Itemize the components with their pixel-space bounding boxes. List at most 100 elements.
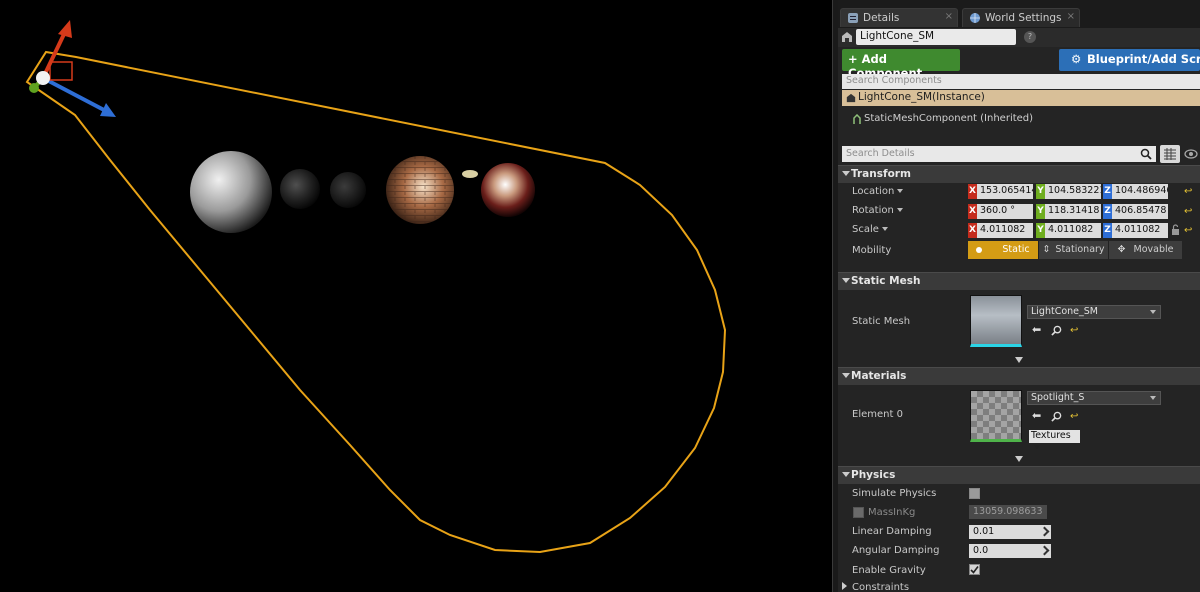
rotation-y-field[interactable]: 118.31418 xyxy=(1045,204,1101,219)
enable-gravity-checkbox[interactable] xyxy=(969,564,980,575)
scale-x-field[interactable]: 4.011082 xyxy=(977,223,1033,238)
chevron-down-icon xyxy=(1150,310,1156,314)
enable-gravity-label: Enable Gravity xyxy=(852,565,926,576)
spin-arrows-icon xyxy=(1039,545,1050,556)
collapse-arrow-icon xyxy=(842,472,850,477)
scale-y-field[interactable]: 4.011082 xyxy=(1045,223,1101,238)
blueprint-button-label: Blueprint/Add Script xyxy=(1087,52,1200,66)
help-icon[interactable]: ? xyxy=(1024,31,1036,43)
mesh-thumbnail[interactable] xyxy=(970,295,1022,347)
stationary-icon: ⇕ xyxy=(1042,244,1051,255)
blueprint-add-script-button[interactable]: ⚙ Blueprint/Add Script xyxy=(1059,49,1200,71)
close-icon[interactable]: × xyxy=(945,11,953,22)
axis-z-label: Z xyxy=(1103,204,1112,219)
collapse-arrow-icon xyxy=(842,171,850,176)
axis-y-label: Y xyxy=(1036,204,1045,219)
rotation-x-field[interactable]: 360.0 ° xyxy=(977,204,1033,219)
scale-z-field[interactable]: 4.011082 xyxy=(1112,223,1168,238)
use-selected-arrow-icon[interactable]: ⬅ xyxy=(1032,323,1041,336)
actor-icon xyxy=(846,93,856,103)
mobility-label: Mobility xyxy=(852,245,892,256)
simulate-physics-checkbox[interactable] xyxy=(969,488,980,499)
expand-down-icon[interactable] xyxy=(1014,356,1024,364)
simulate-physics-label: Simulate Physics xyxy=(852,488,937,499)
section-materials-title: Materials xyxy=(851,370,907,382)
rotation-z-field[interactable]: 406.85478 xyxy=(1112,204,1168,219)
component-instance-row[interactable]: LightCone_SM(Instance) xyxy=(842,90,1200,106)
eye-icon[interactable] xyxy=(1184,148,1198,160)
use-selected-arrow-icon[interactable]: ⬅ xyxy=(1032,409,1041,422)
location-y-field[interactable]: 104.583221 xyxy=(1045,184,1101,199)
axis-x-label: X xyxy=(968,204,977,219)
reset-arrow-icon[interactable]: ↩ xyxy=(1070,411,1080,422)
location-label[interactable]: Location xyxy=(852,186,904,197)
mesh-component-icon xyxy=(853,114,861,124)
spin-arrows-icon xyxy=(1039,526,1050,537)
section-physics-title: Physics xyxy=(851,469,896,481)
constraints-row[interactable]: Constraints xyxy=(842,582,909,592)
axis-z-label: Z xyxy=(1103,184,1112,199)
chevron-down-icon xyxy=(897,189,904,193)
browse-search-icon[interactable] xyxy=(1051,411,1062,422)
axis-y-label: Y xyxy=(1036,223,1045,238)
angular-damping-label: Angular Damping xyxy=(852,545,940,556)
search-details-placeholder: Search Details xyxy=(846,148,915,159)
property-matrix-button[interactable] xyxy=(1160,145,1180,163)
expand-arrow-icon xyxy=(842,582,847,590)
chevron-down-icon xyxy=(896,208,903,212)
close-icon[interactable]: × xyxy=(1067,11,1075,22)
lock-icon[interactable] xyxy=(1171,224,1180,236)
level-viewport[interactable] xyxy=(0,0,832,592)
angular-damping-field[interactable]: 0.0 xyxy=(969,544,1051,558)
light-cone-outline[interactable] xyxy=(25,50,727,554)
section-transform-title: Transform xyxy=(851,168,911,180)
static-mesh-component-row[interactable]: StaticMeshComponent (Inherited) xyxy=(842,109,1200,129)
actor-name-row: LightCone_SM ? xyxy=(838,28,1200,47)
tab-details[interactable]: Details × xyxy=(840,8,958,27)
grid-icon xyxy=(1164,148,1176,160)
static-mesh-asset-dropdown[interactable]: LightCone_SM xyxy=(1027,305,1161,319)
add-component-button[interactable]: + Add Component xyxy=(842,49,960,80)
search-components-input[interactable]: Search Components xyxy=(842,74,1200,89)
sphere-dark-1[interactable] xyxy=(280,169,320,209)
reset-arrow-icon[interactable]: ↩ xyxy=(1184,206,1194,217)
mobility-movable-button[interactable]: ✥ Movable xyxy=(1108,241,1182,259)
transform-gizmo[interactable] xyxy=(29,20,116,117)
section-transform[interactable]: Transform xyxy=(838,165,1200,183)
sphere-metal[interactable] xyxy=(481,163,535,217)
details-icon xyxy=(848,13,858,23)
details-panel: Details × World Settings × LightCone_SM … xyxy=(838,0,1200,592)
section-static-mesh[interactable]: Static Mesh xyxy=(838,272,1200,290)
editor-window: Details × World Settings × LightCone_SM … xyxy=(0,0,1200,592)
location-x-field[interactable]: 153.065414 xyxy=(977,184,1033,199)
mass-override-checkbox[interactable] xyxy=(853,507,864,518)
expand-down-icon[interactable] xyxy=(1014,455,1024,463)
mass-label: MassInKg xyxy=(868,507,916,518)
tab-world-settings[interactable]: World Settings × xyxy=(962,8,1080,27)
section-materials[interactable]: Materials xyxy=(838,367,1200,385)
axis-z-label: Z xyxy=(1103,223,1112,238)
search-details-input[interactable]: Search Details xyxy=(842,146,1156,162)
browse-search-icon[interactable] xyxy=(1051,325,1062,336)
sphere-white[interactable] xyxy=(190,151,272,233)
reset-arrow-icon[interactable]: ↩ xyxy=(1184,186,1194,197)
scale-label[interactable]: Scale xyxy=(852,224,888,235)
rotation-label[interactable]: Rotation xyxy=(852,205,903,216)
textures-dropdown[interactable]: Textures xyxy=(1029,430,1080,449)
reset-arrow-icon[interactable]: ↩ xyxy=(1070,325,1080,336)
globe-icon xyxy=(970,13,980,23)
actor-name-field[interactable]: LightCone_SM xyxy=(856,29,1016,45)
mobility-stationary-button[interactable]: ⇕ Stationary xyxy=(1038,241,1108,259)
collapse-arrow-icon xyxy=(842,373,850,378)
material-asset-dropdown[interactable]: Spotlight_S xyxy=(1027,391,1161,405)
location-z-field[interactable]: 104.486946 xyxy=(1112,184,1168,199)
material-thumbnail[interactable] xyxy=(970,390,1022,442)
mobility-static-button[interactable]: Static xyxy=(968,241,1038,259)
reset-arrow-icon[interactable]: ↩ xyxy=(1184,225,1194,236)
component-instance-label: LightCone_SM(Instance) xyxy=(858,91,985,103)
section-physics[interactable]: Physics xyxy=(838,466,1200,484)
actor-icon xyxy=(842,32,852,42)
sphere-dark-2[interactable] xyxy=(330,172,366,208)
linear-damping-field[interactable]: 0.01 xyxy=(969,525,1051,539)
viewport-scene xyxy=(25,20,727,554)
